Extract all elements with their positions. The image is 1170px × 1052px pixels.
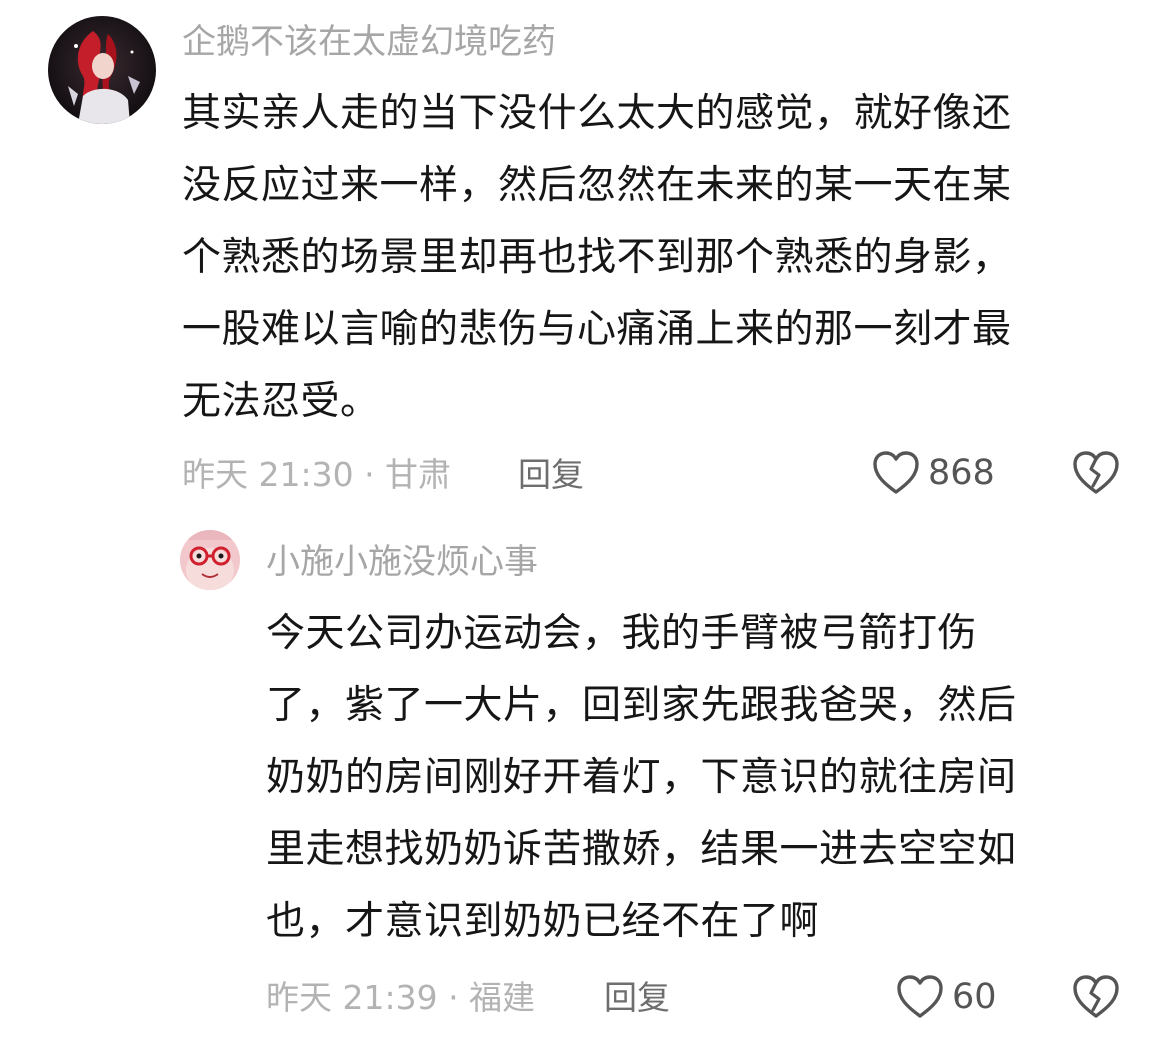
- comment-line: 今天公司办运动会，我的手臂被弓箭打伤: [266, 611, 978, 656]
- comment-line: 一股难以言喻的悲伤与心痛涌上来的那一刻才最: [182, 307, 1012, 352]
- dislike-button[interactable]: [1072, 974, 1120, 1024]
- like-button[interactable]: 868: [872, 450, 995, 496]
- username[interactable]: 小施小施没烦心事: [266, 542, 538, 582]
- comment-line: 其实亲人走的当下没什么太大的感觉，就好像还: [182, 91, 1012, 136]
- comment-text: 其实亲人走的当下没什么太大的感觉，就好像还 没反应过来一样，然后忽然在未来的某一…: [182, 78, 1142, 438]
- comment-timestamp: 昨天 21:30 · 甘肃: [182, 455, 452, 494]
- comment-line: 了，紫了一大片，回到家先跟我爸哭，然后: [266, 683, 1017, 728]
- comment-line: 也，才意识到奶奶已经不在了啊: [266, 899, 820, 944]
- comment-line: 无法忍受。: [182, 379, 380, 424]
- like-count: 868: [928, 453, 995, 493]
- heart-outline-icon: [897, 975, 943, 1018]
- avatar[interactable]: [180, 530, 240, 590]
- broken-heart-icon: [1073, 975, 1119, 1018]
- comment-line: 没反应过来一样，然后忽然在未来的某一天在某: [182, 163, 1012, 208]
- like-count: 60: [952, 977, 997, 1017]
- dislike-button[interactable]: [1072, 450, 1120, 500]
- reply-button[interactable]: 回复: [518, 455, 584, 495]
- heart-outline-icon: [873, 451, 919, 494]
- avatar[interactable]: [48, 16, 156, 124]
- avatar-image: [48, 16, 156, 124]
- comment-line: 奶奶的房间刚好开着灯，下意识的就往房间: [266, 755, 1017, 800]
- comment-text: 今天公司办运动会，我的手臂被弓箭打伤 了，紫了一大片，回到家先跟我爸哭，然后 奶…: [266, 598, 1146, 958]
- comment-1: 企鹅不该在太虚幻境吃药 其实亲人走的当下没什么太大的感觉，就好像还 没反应过来一…: [0, 0, 1170, 520]
- reply-button[interactable]: 回复: [604, 978, 670, 1018]
- username[interactable]: 企鹅不该在太虚幻境吃药: [182, 22, 556, 62]
- comment-2: 小施小施没烦心事 今天公司办运动会，我的手臂被弓箭打伤 了，紫了一大片，回到家先…: [0, 520, 1170, 1052]
- comment-line: 里走想找奶奶诉苦撒娇，结果一进去空空如: [266, 827, 1017, 872]
- comment-timestamp: 昨天 21:39 · 福建: [266, 978, 536, 1017]
- like-button[interactable]: 60: [896, 974, 997, 1020]
- avatar-image: [180, 530, 240, 590]
- comment-line: 个熟悉的场景里却再也找不到那个熟悉的身影，: [182, 235, 1012, 280]
- broken-heart-icon: [1073, 451, 1119, 494]
